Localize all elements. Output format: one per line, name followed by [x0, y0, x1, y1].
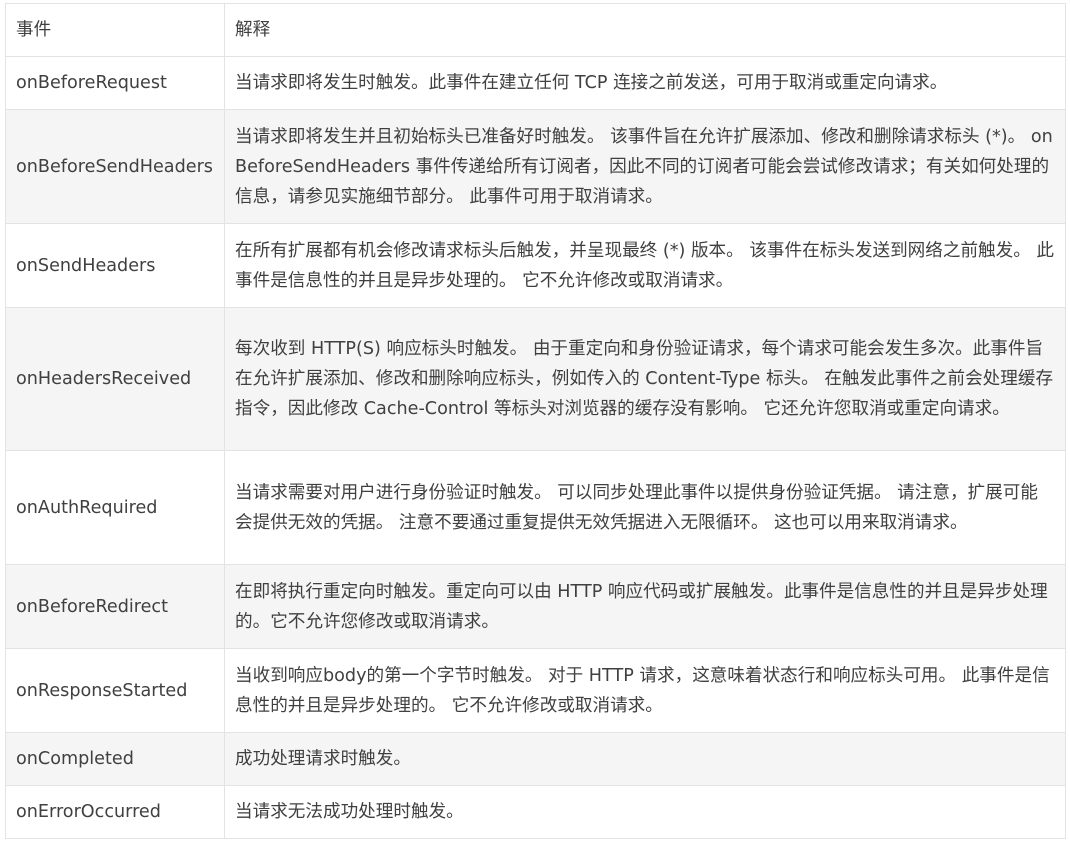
table-row: onSendHeaders 在所有扩展都有机会修改请求标头后触发，并呈现最终 (… — [5, 223, 1066, 308]
table-header-row: 事件 解释 — [5, 3, 1066, 57]
event-name-cell: onCompleted — [5, 732, 225, 786]
table-row: onResponseStarted 当收到响应body的第一个字节时触发。 对于… — [5, 648, 1066, 733]
event-description-cell: 当收到响应body的第一个字节时触发。 对于 HTTP 请求，这意味着状态行和响… — [224, 648, 1066, 733]
column-header-description: 解释 — [224, 3, 1066, 57]
events-table: 事件 解释 onBeforeRequest 当请求即将发生时触发。此事件在建立任… — [5, 3, 1066, 839]
table-row: onBeforeRedirect 在即将执行重定向时触发。重定向可以由 HTTP… — [5, 564, 1066, 649]
event-name-cell: onSendHeaders — [5, 223, 225, 308]
event-description-cell: 当请求无法成功处理时触发。 — [224, 785, 1066, 839]
page: 事件 解释 onBeforeRequest 当请求即将发生时触发。此事件在建立任… — [0, 0, 1070, 843]
event-name-cell: onResponseStarted — [5, 648, 225, 733]
table-row: onHeadersReceived 每次收到 HTTP(S) 响应标头时触发。 … — [5, 307, 1066, 451]
event-description-cell: 在即将执行重定向时触发。重定向可以由 HTTP 响应代码或扩展触发。此事件是信息… — [224, 564, 1066, 649]
table-row: onCompleted 成功处理请求时触发。 — [5, 732, 1066, 786]
event-name-cell: onBeforeRequest — [5, 56, 225, 110]
table-row: onBeforeRequest 当请求即将发生时触发。此事件在建立任何 TCP … — [5, 56, 1066, 110]
table-row: onErrorOccurred 当请求无法成功处理时触发。 — [5, 785, 1066, 839]
event-description-cell: 成功处理请求时触发。 — [224, 732, 1066, 786]
event-description-cell: 每次收到 HTTP(S) 响应标头时触发。 由于重定向和身份验证请求，每个请求可… — [224, 307, 1066, 451]
table-row: onBeforeSendHeaders 当请求即将发生并且初始标头已准备好时触发… — [5, 109, 1066, 224]
event-name-cell: onAuthRequired — [5, 450, 225, 565]
event-description-cell: 在所有扩展都有机会修改请求标头后触发，并呈现最终 (*) 版本。 该事件在标头发… — [224, 223, 1066, 308]
event-name-cell: onHeadersReceived — [5, 307, 225, 451]
column-header-event: 事件 — [5, 3, 225, 57]
event-name-cell: onBeforeSendHeaders — [5, 109, 225, 224]
event-name-cell: onErrorOccurred — [5, 785, 225, 839]
event-description-cell: 当请求即将发生并且初始标头已准备好时触发。 该事件旨在允许扩展添加、修改和删除请… — [224, 109, 1066, 224]
event-description-cell: 当请求即将发生时触发。此事件在建立任何 TCP 连接之前发送，可用于取消或重定向… — [224, 56, 1066, 110]
event-name-cell: onBeforeRedirect — [5, 564, 225, 649]
event-description-cell: 当请求需要对用户进行身份验证时触发。 可以同步处理此事件以提供身份验证凭据。 请… — [224, 450, 1066, 565]
table-row: onAuthRequired 当请求需要对用户进行身份验证时触发。 可以同步处理… — [5, 450, 1066, 565]
